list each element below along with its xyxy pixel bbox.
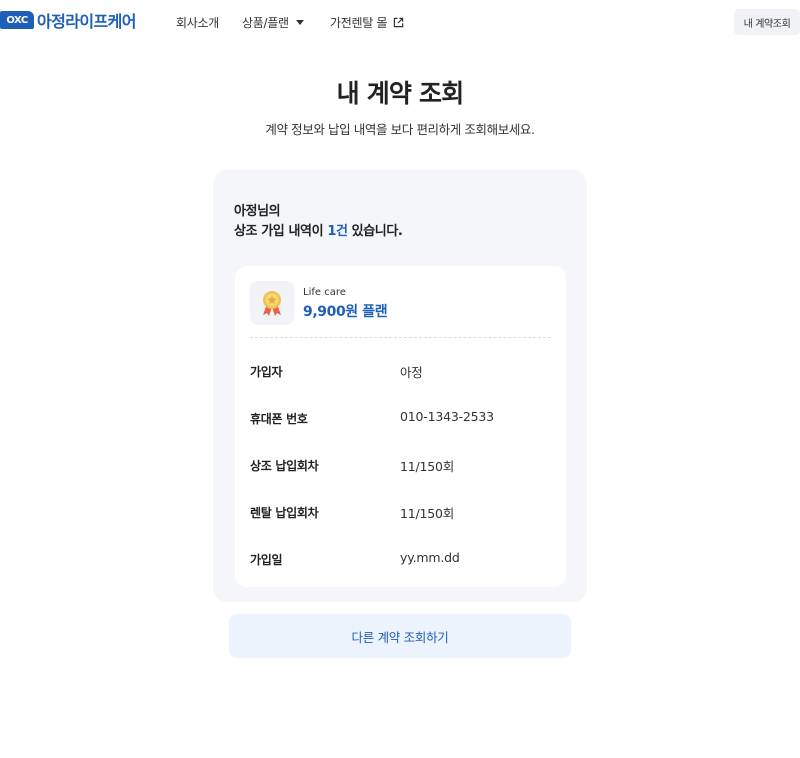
funeral-payments-value: 11/150회 [400, 459, 455, 474]
nav-about-label: 회사소개 [176, 16, 219, 30]
nav-products[interactable]: 상품/플랜 [242, 14, 304, 31]
nav-rental-mall[interactable]: 가전렌탈 몰 [330, 14, 404, 31]
plan-category: Life care [303, 287, 346, 298]
logo-text: 아정라이프케어 [37, 12, 136, 31]
rental-payments-label: 렌탈 납입회차 [250, 506, 319, 520]
greeting-suffix: 있습니다. [351, 224, 403, 239]
dashed-divider [250, 337, 551, 338]
contract-detail-card: Life care 9,900원 플랜 가입자 아정 휴대폰 번호 010-13… [235, 266, 566, 587]
greeting-count-line: 상조 가입 내역이 1건 있습니다. [234, 222, 403, 242]
page-title: 내 계약 조회 [336, 79, 465, 108]
nav-rental-mall-label: 가전렌탈 몰 [330, 16, 388, 30]
nav-products-label: 상품/플랜 [242, 16, 289, 30]
medal-icon [263, 291, 281, 316]
contract-count: 1건 [327, 224, 348, 239]
page-subtitle: 계약 정보와 납입 내역을 보다 편리하게 조회해보세요. [265, 122, 535, 137]
top-header: OXC 아정라이프케어 회사소개 상품/플랜 가전렌탈 몰 내 계약조회 [0, 0, 800, 44]
contract-greeting: 아정님의 상조 가입 내역이 1건 있습니다. [234, 202, 403, 242]
greeting-name: 아정님의 [234, 204, 281, 219]
rental-payments-value: 11/150회 [400, 506, 455, 521]
my-contract-button[interactable]: 내 계약조회 [734, 9, 800, 35]
other-contract-button[interactable]: 다른 계약 조회하기 [229, 614, 571, 658]
nav-about[interactable]: 회사소개 [176, 14, 219, 31]
funeral-payments-label: 상조 납입회차 [250, 459, 319, 473]
external-link-icon [393, 17, 404, 28]
subscriber-value: 아정 [400, 365, 423, 380]
subscriber-label: 가입자 [250, 365, 283, 379]
join-date-value: yy.mm.dd [400, 550, 460, 565]
phone-label: 휴대폰 번호 [250, 412, 308, 426]
greeting-prefix: 상조 가입 내역이 [234, 224, 324, 239]
logo[interactable]: OXC 아정라이프케어 [0, 8, 136, 32]
join-date-label: 가입일 [250, 553, 283, 567]
contract-summary-card: 아정님의 상조 가입 내역이 1건 있습니다. Life care 9,900원… [213, 170, 587, 602]
phone-value: 010-1343-2533 [400, 409, 494, 424]
plan-name: 9,900원 플랜 [303, 304, 388, 320]
caret-down-icon [295, 20, 304, 25]
logo-mark: OXC [0, 11, 34, 29]
plan-badge [250, 281, 294, 325]
